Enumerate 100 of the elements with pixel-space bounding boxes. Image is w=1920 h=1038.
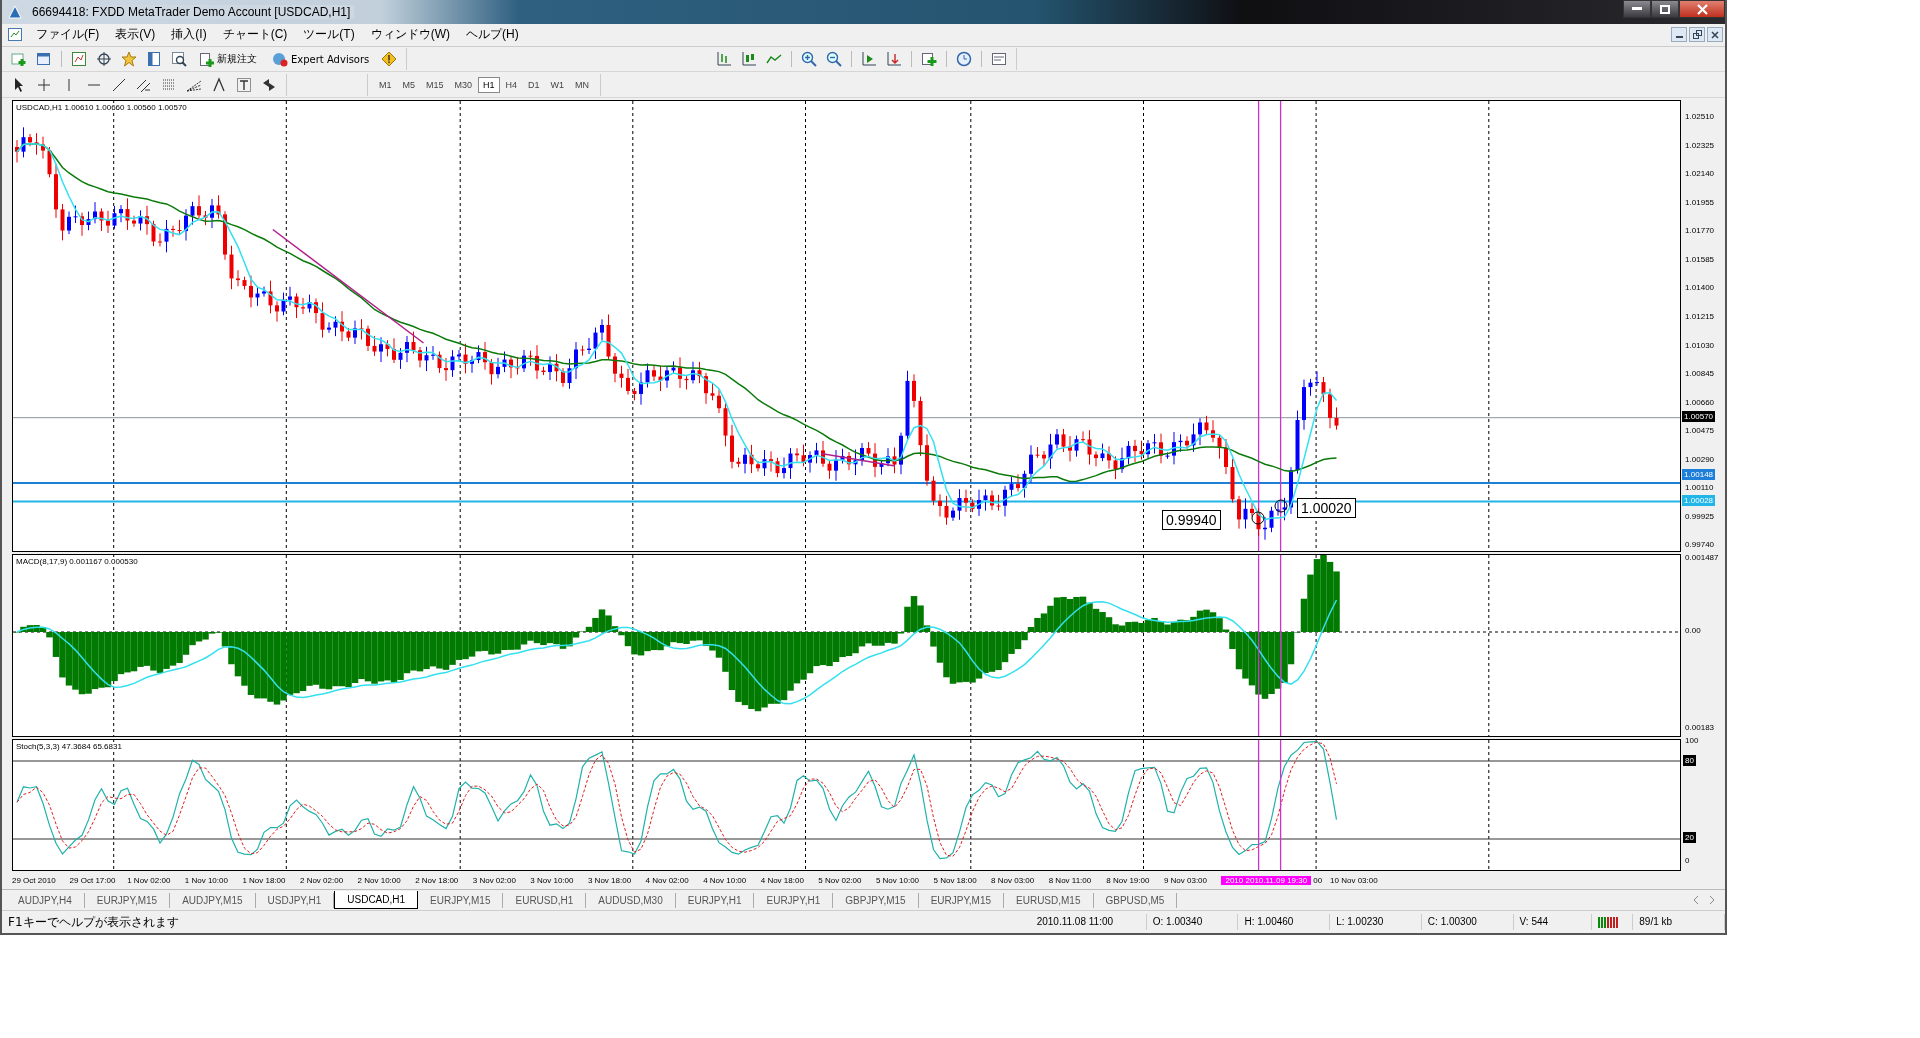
timeframe-button[interactable]: M5 [397, 76, 421, 93]
timeframe-button[interactable]: H1 [478, 76, 500, 93]
close-icon [1711, 30, 1719, 39]
expert-advisors-button[interactable]: Expert Advisors [266, 49, 376, 70]
maximize-icon [1660, 4, 1670, 14]
chart-tab[interactable]: EURJPY,M15 [84, 892, 171, 908]
restore-icon [1692, 30, 1702, 40]
price-axis-label: 0.99740 [1684, 539, 1716, 552]
time-axis-label: 00 [1313, 875, 1323, 885]
price-axis-label: 1.01770 [1684, 225, 1716, 238]
stochastic-axis-label: 80 [1683, 755, 1696, 767]
menu-item[interactable]: チャート(C) [214, 26, 296, 44]
stochastic-axis-label: 20 [1683, 832, 1696, 844]
timeframe-button[interactable]: MN [570, 76, 595, 93]
maximize-button[interactable] [1651, 0, 1679, 18]
close-button[interactable] [1679, 0, 1725, 18]
time-axis-label: 29 Oct 17:00 [69, 875, 117, 885]
status-volume: V: 544 [1513, 914, 1593, 931]
price-axis-label: 1.00475 [1684, 425, 1716, 438]
chart-window-icon [8, 28, 22, 42]
scroll-left-icon[interactable] [1693, 896, 1699, 905]
timeframe-button[interactable]: D1 [523, 76, 545, 93]
restore-button[interactable] [1689, 27, 1705, 43]
time-axis-label: 9 Nov 03:00 [1163, 875, 1208, 885]
menu-item[interactable]: 表示(V) [107, 26, 164, 44]
timeframe-button[interactable]: M15 [421, 76, 449, 93]
timeframe-button[interactable]: W1 [545, 76, 570, 93]
price-callout: 1.00020 [1297, 498, 1356, 519]
timeframe-button[interactable]: M30 [449, 76, 478, 93]
time-axis-label: 8 Nov 03:00 [991, 875, 1036, 885]
time-axis-label: 1 Nov 10:00 [184, 875, 229, 885]
minimize-icon [1632, 7, 1642, 11]
time-axis-label: 4 Nov 18:00 [760, 875, 805, 885]
menu-item[interactable]: ヘルプ(H) [458, 26, 527, 44]
time-axis-label: 3 Nov 18:00 [587, 875, 633, 885]
indicator-header: MACD(8,17,9) 0.001167 0.000530 [16, 557, 138, 567]
menu-item[interactable]: ウィンドウ(W) [362, 26, 458, 44]
robot-icon [272, 51, 288, 67]
time-axis-label: 4 Nov 02:00 [645, 875, 690, 885]
time-axis-label: 2 Nov 10:00 [357, 875, 402, 885]
chart-tab[interactable]: GBPUSD,M5 [1093, 892, 1178, 908]
timeframe-button[interactable]: H4 [500, 76, 523, 93]
menu-item[interactable]: ファイル(F) [28, 26, 108, 44]
chart-tab[interactable]: EURJPY,H1 [675, 892, 755, 908]
time-axis-label: 8 Nov 11:00 [1048, 875, 1093, 885]
minimize-button[interactable] [1671, 27, 1687, 43]
time-axis-label: 1 Nov 18:00 [242, 875, 287, 885]
time-axis-label: 2 Nov 02:00 [299, 875, 345, 885]
close-icon [1696, 3, 1708, 15]
minimize-button[interactable] [1623, 0, 1651, 18]
menu-item[interactable]: ツール(T) [295, 26, 363, 44]
price-axis-label: 1.02325 [1684, 139, 1716, 152]
stochastic-axis-label: 0 [1685, 855, 1690, 867]
price-marker-label: 1.00570 [1682, 411, 1716, 423]
status-close: C: 1.00300 [1421, 914, 1514, 931]
macd-axis-label: 0.00183 [1685, 722, 1715, 734]
price-axis-label: 0.99925 [1684, 510, 1716, 523]
price-axis-label: 1.02140 [1684, 168, 1716, 181]
price-axis-label: 1.01030 [1684, 339, 1716, 352]
connection-bars-icon [1598, 916, 1619, 928]
price-axis-label: 1.01585 [1684, 253, 1716, 266]
order-icon [199, 51, 214, 67]
status-traffic: 89/1 kb [1633, 914, 1725, 931]
time-axis-label: 2 Nov 18:00 [415, 875, 460, 885]
circle-marker [1274, 499, 1288, 513]
price-axis-label: 1.00290 [1684, 453, 1716, 466]
cursor-time-label: 2010 2010.11.09 19:30 [1221, 875, 1312, 885]
new-order-button[interactable]: 新規注文 [193, 49, 263, 70]
scroll-right-icon[interactable] [1709, 896, 1715, 905]
time-axis-label: 5 Nov 18:00 [933, 875, 978, 885]
chart-tab[interactable]: AUDJPY,M15 [170, 892, 256, 908]
chart-tab[interactable]: EURJPY,M15 [918, 892, 1005, 908]
circle-marker [1251, 511, 1265, 525]
chart-tab[interactable]: GBPJPY,M15 [833, 892, 919, 908]
time-axis-label: 3 Nov 10:00 [530, 875, 575, 885]
chart-tab[interactable]: EURUSD,H1 [503, 892, 587, 908]
time-axis-label: 1 Nov 02:00 [127, 875, 172, 885]
price-axis-label: 1.00845 [1684, 368, 1716, 381]
menu-item[interactable]: 挿入(I) [163, 26, 215, 44]
price-axis-label: 1.01955 [1684, 196, 1716, 209]
status-low: L: 1.00230 [1330, 914, 1422, 931]
macd-axis-label: 0.001487 [1685, 552, 1719, 564]
timeframe-button[interactable]: M1 [374, 76, 397, 93]
chart-tab[interactable]: USDCAD,H1 [334, 891, 419, 910]
stochastic-axis-label: 100 [1685, 735, 1699, 747]
price-axis-label: 1.01400 [1684, 282, 1716, 295]
price-axis-label: 1.00660 [1684, 396, 1716, 409]
time-axis-label: 3 Nov 02:00 [472, 875, 517, 885]
chart-tab[interactable]: AUDUSD,M30 [586, 892, 676, 908]
chart-tab[interactable]: AUDJPY,H4 [6, 892, 85, 908]
chart-tab[interactable]: EURJPY,M15 [418, 892, 504, 908]
close-button[interactable] [1707, 27, 1723, 43]
macd-axis-label: 0.00 [1685, 625, 1701, 637]
time-axis-label: 5 Nov 10:00 [875, 875, 921, 885]
price-axis-label: 1.00110 [1684, 482, 1715, 495]
price-marker-label: 1.00148 [1682, 469, 1716, 481]
chart-tab[interactable]: EURJPY,H1 [754, 892, 834, 908]
chart-header: USDCAD,H1 1.00610 1.00660 1.00560 1.00570 [16, 103, 187, 113]
chart-tab[interactable]: EURUSD,M15 [1004, 892, 1094, 908]
status-help-text: F1キーでヘルプが表示されます [7, 914, 180, 931]
